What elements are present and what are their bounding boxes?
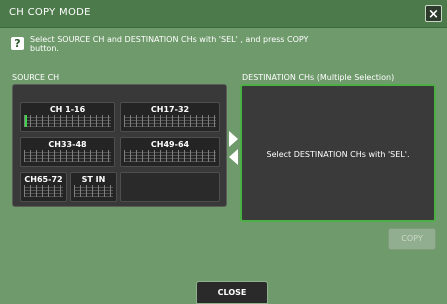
source-button-ch49-64[interactable]: CH49-64 <box>120 137 220 167</box>
channel-strip-icon <box>124 150 216 162</box>
instruction-text: Select SOURCE CH and DESTINATION CHs wit… <box>30 35 309 53</box>
destination-message: Select DESTINATION CHs with 'SEL'. <box>266 150 410 159</box>
source-ch-panel: CH 1-16 CH17-32 CH33-48 CH49-64 CH65-72 … <box>12 84 227 207</box>
source-button-st-in[interactable]: ST IN <box>70 172 117 202</box>
source-button-label: CH17-32 <box>150 105 190 114</box>
selected-fader-indicator <box>25 115 27 127</box>
source-button-label: CH49-64 <box>150 140 190 149</box>
dialog-title: CH COPY MODE <box>9 7 91 18</box>
channel-strip-icon <box>24 150 111 162</box>
arrow-right-icon <box>229 131 238 147</box>
source-button-ch1-16[interactable]: CH 1-16 <box>20 102 115 132</box>
arrow-left-icon <box>229 149 238 165</box>
source-button-label: CH33-48 <box>48 140 87 149</box>
title-bar: CH COPY MODE × <box>0 0 447 28</box>
close-icon[interactable]: × <box>425 5 442 22</box>
empty-source-slot <box>120 172 220 202</box>
source-button-ch17-32[interactable]: CH17-32 <box>120 102 220 132</box>
channel-strip-icon <box>124 115 216 127</box>
destination-panel[interactable]: Select DESTINATION CHs with 'SEL'. <box>240 84 436 222</box>
channel-strip-icon <box>74 185 113 197</box>
copy-button[interactable]: COPY <box>388 228 436 250</box>
source-button-ch65-72[interactable]: CH65-72 <box>20 172 67 202</box>
close-button[interactable]: CLOSE <box>196 281 268 304</box>
source-button-label: CH65-72 <box>24 175 63 184</box>
channel-strip-icon <box>24 185 63 197</box>
destination-chs-label: DESTINATION CHs (Multiple Selection) <box>242 73 395 82</box>
source-button-label: ST IN <box>81 175 106 184</box>
channel-strip-icon <box>24 115 111 127</box>
source-ch-label: SOURCE CH <box>12 73 60 82</box>
source-button-label: CH 1-16 <box>49 105 86 114</box>
help-icon: ? <box>11 37 24 50</box>
source-button-ch33-48[interactable]: CH33-48 <box>20 137 115 167</box>
